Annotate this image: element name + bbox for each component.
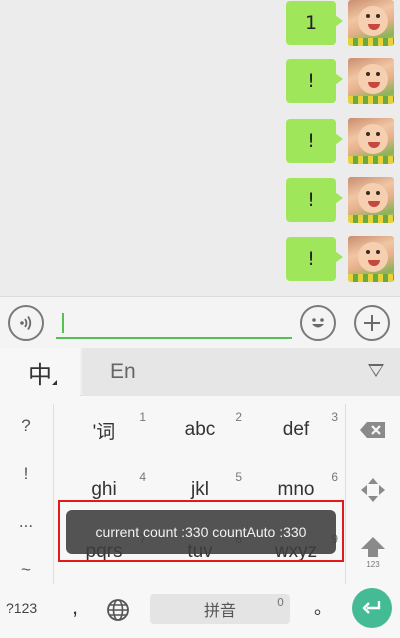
backspace-icon [360, 422, 385, 438]
toast-message: current count :330 countAuto :330 [66, 510, 336, 554]
message-bubble[interactable]: ! [286, 178, 343, 222]
text-cursor [62, 313, 64, 333]
cursor-move-key[interactable] [346, 462, 400, 518]
plus-icon [364, 315, 380, 331]
key-2[interactable]: abc 2 [152, 402, 248, 458]
enter-button[interactable] [352, 588, 392, 628]
key-number: 0 [277, 596, 284, 609]
keyboard-bottom-row: ?123 , 拼音 0 。 [0, 586, 400, 638]
shift-arrow-icon [361, 536, 385, 557]
key-1[interactable]: '词 1 [56, 402, 152, 458]
message-row: 1 [274, 0, 394, 52]
avatar[interactable] [348, 236, 394, 282]
english-candidate-bar[interactable]: En [82, 348, 400, 396]
message-bubble[interactable]: 1 [286, 1, 343, 45]
english-mode-label: En [110, 360, 136, 383]
chinese-mode-key[interactable]: 中 [0, 348, 80, 396]
smiley-icon [312, 318, 324, 328]
shift-key[interactable]: 123 [346, 524, 400, 580]
numbers-symbols-key[interactable]: ?123 [6, 600, 37, 616]
key-label: jkl [191, 479, 209, 500]
symbol-key[interactable]: ? [0, 402, 52, 450]
symbol-key[interactable]: ... [0, 498, 52, 546]
backspace-key[interactable] [346, 402, 400, 458]
symbol-key[interactable]: ! [0, 450, 52, 498]
key-number: 3 [331, 410, 338, 424]
expand-triangle-icon[interactable] [368, 364, 384, 377]
corner-triangle-icon [52, 380, 57, 385]
key-label: abc [184, 419, 216, 440]
key-3[interactable]: def 3 [248, 402, 344, 458]
message-row: ! [274, 118, 394, 170]
voice-input-button[interactable] [8, 305, 44, 341]
key-label: def [282, 419, 310, 440]
key-number: 6 [331, 470, 338, 484]
message-row: ! [274, 58, 394, 110]
enter-arrow-icon [362, 601, 381, 614]
avatar[interactable] [348, 118, 394, 164]
key-number: 1 [139, 410, 146, 424]
space-key[interactable]: 拼音 0 [150, 594, 290, 624]
voice-icon [20, 315, 32, 331]
globe-icon[interactable] [106, 598, 130, 622]
message-text-input[interactable] [56, 307, 292, 339]
divider [53, 404, 54, 584]
key-label: ghi [91, 479, 117, 500]
message-bubble[interactable]: ! [286, 237, 343, 281]
message-row: ! [274, 177, 394, 229]
message-bubble[interactable]: ! [286, 59, 343, 103]
more-options-button[interactable] [354, 305, 390, 341]
key-number: 5 [235, 470, 242, 484]
chat-area: 1 ! ! ! ! [0, 0, 400, 296]
function-column: 123 [346, 396, 400, 586]
message-input-bar [0, 296, 400, 348]
comma-key[interactable]: , [72, 594, 78, 620]
message-row: ! [274, 236, 394, 288]
arrows-icon [361, 478, 385, 502]
avatar[interactable] [348, 0, 394, 46]
keyboard-toolbar: 中 En [0, 348, 400, 396]
emoji-button[interactable] [300, 305, 336, 341]
shift-sub-label: 123 [366, 559, 380, 569]
key-number: 4 [139, 470, 146, 484]
key-label: '词 [92, 421, 116, 443]
period-key[interactable]: 。 [314, 594, 332, 620]
key-label: mno [277, 479, 315, 500]
avatar[interactable] [348, 177, 394, 223]
symbol-column: ? ! ... ~ [0, 396, 52, 586]
message-bubble[interactable]: ! [286, 119, 343, 163]
key-number: 2 [235, 410, 242, 424]
space-label: 拼音 [203, 601, 236, 620]
avatar[interactable] [348, 58, 394, 104]
chinese-mode-label: 中 [28, 360, 52, 389]
